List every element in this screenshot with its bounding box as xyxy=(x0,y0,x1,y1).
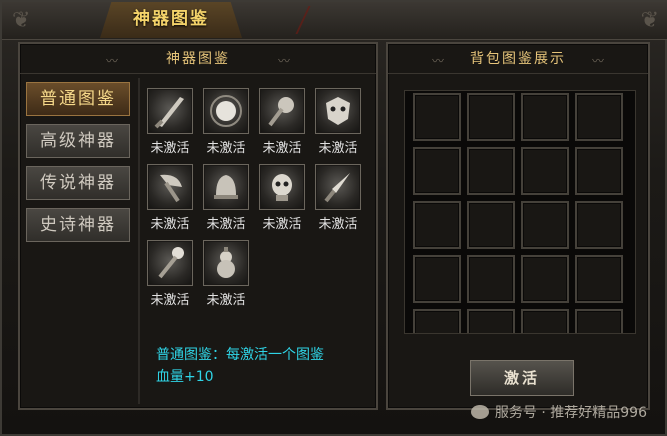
window-title: 神器图鉴 xyxy=(100,2,242,38)
artifact-cell[interactable]: 未激活 xyxy=(200,240,252,312)
bag-slot[interactable] xyxy=(521,201,569,249)
bag-slot[interactable] xyxy=(467,147,515,195)
crack-decoration xyxy=(295,6,349,34)
bell-icon xyxy=(203,164,249,210)
flourish-icon: 〰 xyxy=(277,54,290,68)
artifact-cell[interactable]: 未激活 xyxy=(200,88,252,160)
panel-header: 〰 神器图鉴 〰 xyxy=(20,44,376,74)
bag-slot[interactable] xyxy=(575,255,623,303)
artifact-status: 未激活 xyxy=(150,217,190,232)
artifact-status: 未激活 xyxy=(206,217,246,232)
bag-grid xyxy=(404,90,636,334)
blade-icon xyxy=(147,88,193,134)
dagger-icon xyxy=(315,164,361,210)
tab-legendary-artifacts[interactable]: 传说神器 xyxy=(26,166,130,200)
panel-header: 〰 背包图鉴展示 〰 xyxy=(388,44,648,74)
bag-slot[interactable] xyxy=(413,255,461,303)
axe-icon xyxy=(147,164,193,210)
artifact-cell[interactable]: 未激活 xyxy=(312,164,364,236)
category-tabs: 普通图鉴 高级神器 传说神器 史诗神器 xyxy=(26,82,134,250)
activate-button[interactable]: 激活 xyxy=(470,360,574,396)
gourd-icon xyxy=(203,240,249,286)
panel-title: 背包图鉴展示 xyxy=(470,51,566,67)
skull-idol-icon xyxy=(259,164,305,210)
bag-slot[interactable] xyxy=(521,93,569,141)
bonus-text-line: 血量+10 xyxy=(156,369,214,385)
bag-slot[interactable] xyxy=(521,147,569,195)
artifact-cell[interactable]: 未激活 xyxy=(144,88,196,160)
dragon-ornament-icon: ❦ xyxy=(640,8,659,33)
artifact-status: 未激活 xyxy=(318,141,358,156)
bag-slot[interactable] xyxy=(575,147,623,195)
artifact-cell[interactable]: 未激活 xyxy=(256,88,308,160)
artifact-status: 未激活 xyxy=(262,141,302,156)
artifact-codex-panel: 〰 神器图鉴 〰 普通图鉴 高级神器 传说神器 史诗神器 未激活 未激活 未激活… xyxy=(18,42,378,410)
artifact-cell[interactable]: 未激活 xyxy=(144,164,196,236)
demon-mask-icon xyxy=(315,88,361,134)
title-bar: ❦ 神器图鉴 ❦ xyxy=(2,2,667,40)
tab-normal-codex[interactable]: 普通图鉴 xyxy=(26,82,130,116)
bag-slot[interactable] xyxy=(521,255,569,303)
panel-title: 神器图鉴 xyxy=(166,51,230,67)
artifact-status: 未激活 xyxy=(150,293,190,308)
bag-slot[interactable] xyxy=(467,93,515,141)
bag-slot[interactable] xyxy=(413,93,461,141)
artifact-status: 未激活 xyxy=(206,293,246,308)
artifact-status: 未激活 xyxy=(262,217,302,232)
artifact-cell[interactable]: 未激活 xyxy=(144,240,196,312)
artifact-cell[interactable]: 未激活 xyxy=(312,88,364,160)
mace-icon xyxy=(259,88,305,134)
bag-slot[interactable] xyxy=(467,201,515,249)
bag-slot[interactable] xyxy=(575,201,623,249)
artifact-status: 未激活 xyxy=(206,141,246,156)
bag-slot[interactable] xyxy=(413,309,461,333)
watermark: 服务号 · 推荐好精品996 xyxy=(470,402,647,422)
bag-slot[interactable] xyxy=(467,309,515,333)
tab-epic-artifacts[interactable]: 史诗神器 xyxy=(26,208,130,242)
staff-icon xyxy=(147,240,193,286)
artifact-cell[interactable]: 未激活 xyxy=(200,164,252,236)
divider xyxy=(138,78,140,404)
tab-advanced-artifacts[interactable]: 高级神器 xyxy=(26,124,130,158)
bag-slot[interactable] xyxy=(413,201,461,249)
wechat-icon xyxy=(470,405,489,419)
bag-slot[interactable] xyxy=(467,255,515,303)
artifact-cell[interactable]: 未激活 xyxy=(256,164,308,236)
window-frame: ❦ 神器图鉴 ❦ 〰 神器图鉴 〰 普通图鉴 高级神器 传说神器 史诗神器 未激… xyxy=(0,0,667,436)
bag-slot[interactable] xyxy=(521,309,569,333)
bag-slot[interactable] xyxy=(575,93,623,141)
bag-slot[interactable] xyxy=(413,147,461,195)
bonus-text-line: 普通图鉴：每激活一个图鉴 xyxy=(156,347,324,363)
orb-icon xyxy=(203,88,249,134)
artifact-status: 未激活 xyxy=(150,141,190,156)
watermark-text: 服务号 · 推荐好精品996 xyxy=(494,405,647,421)
artifact-status: 未激活 xyxy=(318,217,358,232)
bag-slot[interactable] xyxy=(575,309,623,333)
dragon-ornament-icon: ❦ xyxy=(12,8,31,33)
flourish-icon: 〰 xyxy=(591,54,604,68)
bag-codex-panel: 〰 背包图鉴展示 〰 激活 xyxy=(386,42,650,410)
codex-bonus-description: 普通图鉴：每激活一个图鉴 血量+10 xyxy=(156,344,366,388)
